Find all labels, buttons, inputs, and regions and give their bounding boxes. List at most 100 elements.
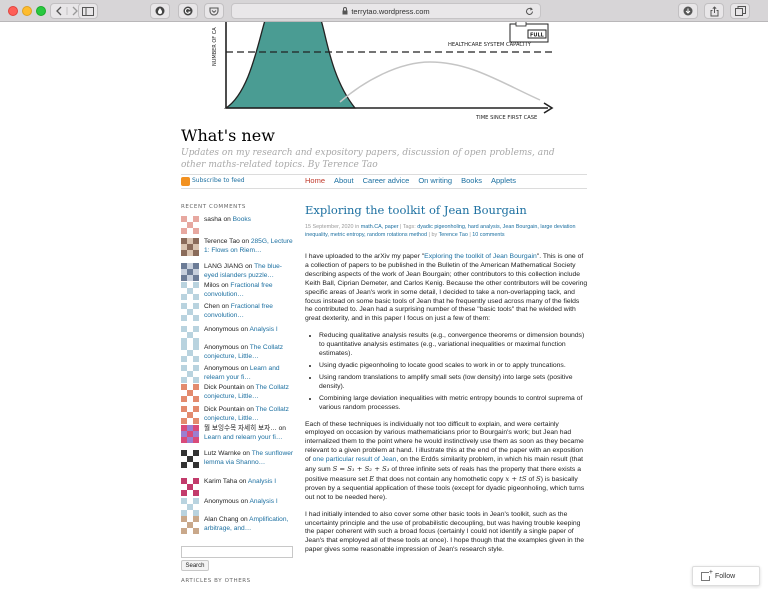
share-button[interactable] (704, 3, 724, 19)
recent-comment-text: Karim Taha on Analysis I (204, 478, 294, 487)
comment-post-link[interactable]: Analysis I (249, 498, 277, 505)
avatar (181, 238, 199, 256)
nav-career-advice[interactable]: Career advice (363, 176, 410, 185)
comment-author[interactable]: Milos (204, 282, 219, 289)
drop-icon (155, 6, 165, 16)
post-comments-link[interactable]: 10 comments (472, 232, 504, 238)
avatar (181, 516, 199, 534)
recent-comments-heading: RECENT COMMENTS (181, 204, 246, 210)
comment-author[interactable]: Anonymous (204, 365, 239, 372)
comment-author[interactable]: Anonymous (204, 344, 239, 351)
recent-comment-text: Dick Pountain on The Collatz conjecture,… (204, 406, 294, 423)
full-sign-label: FULL (530, 33, 545, 39)
math-homothetic-copy: x + tS (505, 474, 527, 483)
comment-author[interactable]: Karim Taha (204, 478, 237, 485)
post-body: I have uploaded to the arXiv my paper "E… (305, 253, 588, 563)
avatar (181, 450, 199, 468)
recent-comment-text: Milos on Fractional free convolution… (204, 282, 294, 299)
recent-comment-text: Alan Chang on Amplification, arbitrage, … (204, 516, 294, 533)
comment-on: on (240, 365, 249, 372)
downloads-button[interactable] (678, 3, 698, 19)
pocket-button[interactable] (204, 3, 224, 19)
sidebar-search-input[interactable] (181, 546, 293, 558)
extension-button-1[interactable] (150, 3, 170, 19)
comment-author[interactable]: Alan Chang (204, 516, 238, 523)
url-text: terrytao.wordpress.com (351, 6, 430, 16)
post-author[interactable]: Terence Tao (439, 232, 468, 238)
tabs-icon (734, 6, 746, 16)
comment-on: on (239, 478, 247, 485)
avatar (181, 425, 199, 443)
post-paragraph-3: I had initially intended to also cover s… (305, 510, 585, 554)
tools-list-item: Combining large deviation inequalities w… (319, 395, 588, 413)
site-title[interactable]: What's new (181, 126, 275, 145)
hospital-sign-icon: FULL (509, 22, 549, 43)
comment-author[interactable]: LANG JIANG (204, 263, 243, 270)
comment-on: on (221, 303, 229, 310)
post-categories[interactable]: math.CA, paper (361, 224, 399, 230)
comment-author[interactable]: Dick Pountain (204, 384, 245, 391)
nav-applets[interactable]: Applets (491, 176, 516, 185)
comment-author[interactable]: Lutz Warnke (204, 450, 241, 457)
comment-post-link[interactable]: Books (233, 216, 251, 223)
avatar (181, 498, 199, 516)
comment-post-link[interactable]: Analysis I (248, 478, 276, 485)
tools-list-item: Using random translations to amplify sma… (319, 374, 588, 392)
avatar (181, 365, 199, 383)
extension-button-2[interactable] (178, 3, 198, 19)
minimize-window-button[interactable] (22, 6, 32, 16)
comment-on: on (223, 216, 231, 223)
subscribe-feed-link[interactable]: Subscribe to feed (192, 177, 245, 184)
recent-comment-text: LANG JIANG on The blue-eyed islanders pu… (204, 263, 294, 280)
p1-text-start: I have uploaded to the arXiv my paper " (305, 253, 425, 260)
grammarly-icon (183, 6, 193, 16)
close-window-button[interactable] (8, 6, 18, 16)
post-title[interactable]: Exploring the toolkit of Jean Bourgain (305, 203, 527, 217)
comment-author[interactable]: sasha (204, 216, 222, 223)
comment-author[interactable]: Anonymous (204, 326, 239, 333)
address-bar[interactable]: terrytao.wordpress.com (231, 3, 541, 19)
erdos-result-link[interactable]: one particular result of Jean (313, 456, 397, 463)
nav-on-writing[interactable]: On writing (418, 176, 452, 185)
comment-author[interactable]: 월 보잉수목 자세히 보자… (204, 425, 277, 432)
p1-text-end: ". This is one of a collection of papers… (305, 253, 588, 323)
comment-on: on (246, 384, 254, 391)
post-meta: 15 September, 2020 in math.CA, paper | T… (305, 224, 576, 238)
maximize-window-button[interactable] (36, 6, 46, 16)
comment-on: on (240, 498, 249, 505)
comment-author[interactable]: Chen (204, 303, 220, 310)
nav-about[interactable]: About (334, 176, 354, 185)
recent-comment-text: Anonymous on Analysis I (204, 326, 294, 335)
follow-label: Follow (715, 572, 736, 580)
follow-button[interactable]: Follow (692, 566, 760, 586)
comment-on: on (240, 344, 249, 351)
sidebar-toggle-button[interactable] (78, 3, 98, 19)
recent-comment-text: Anonymous on Learn and relearn your fi… (204, 365, 294, 382)
share-icon (710, 5, 718, 16)
comment-author[interactable]: Anonymous (204, 498, 239, 505)
p2-text-e: of (526, 475, 537, 483)
sidebar-search-button[interactable]: Search (181, 560, 209, 571)
comment-post-link[interactable]: Analysis I (249, 326, 277, 333)
post-in: in (355, 224, 360, 230)
nav-books[interactable]: Books (461, 176, 482, 185)
comment-author[interactable]: Dick Pountain (204, 406, 245, 413)
arxiv-paper-link[interactable]: Exploring the toolkit of Jean Bourgain (424, 253, 537, 260)
back-forward-icon (56, 6, 78, 16)
avatar (181, 478, 199, 496)
nav-home[interactable]: Home (305, 176, 325, 185)
post-paragraph-2: Each of these techniques is individually… (305, 421, 588, 503)
post-date: 15 September, 2020 (305, 224, 354, 230)
recent-comment-text: Anonymous on The Collatz conjecture, Lit… (204, 344, 294, 361)
comment-author[interactable]: Terence Tao (204, 238, 240, 245)
header-flatten-curve-image: NUMBER OF CA HEALTHCARE SYSTEM CAPACITY … (180, 22, 592, 124)
follow-icon (701, 568, 713, 581)
recent-comment-text: sasha on Books (204, 216, 294, 225)
tabs-overview-button[interactable] (730, 3, 750, 19)
avatar (181, 384, 199, 402)
avatar (181, 263, 199, 281)
reload-icon[interactable] (525, 7, 534, 16)
comment-on: on (240, 326, 249, 333)
comment-post-link[interactable]: Learn and relearn your fi… (204, 434, 282, 441)
site-tagline: Updates on my research and expository pa… (181, 148, 555, 170)
